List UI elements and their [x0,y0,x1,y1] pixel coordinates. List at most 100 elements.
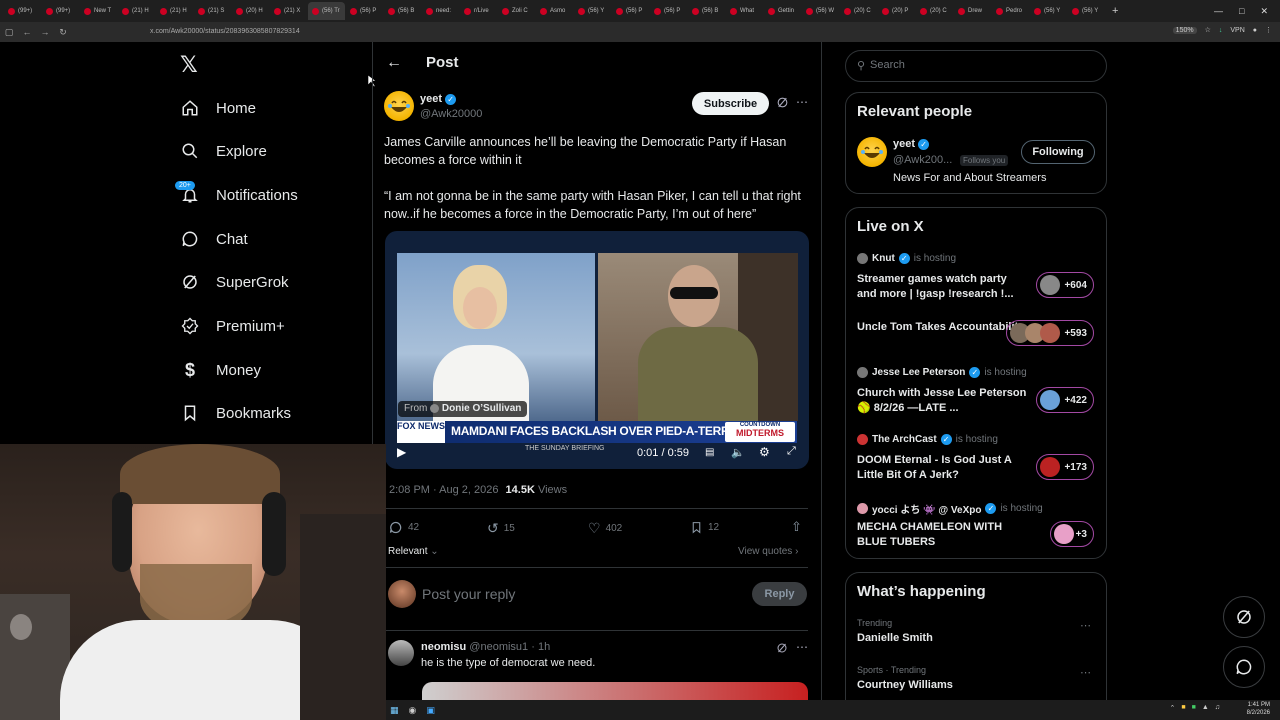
browser-tab[interactable]: (21) S [194,2,231,20]
nav-money[interactable]: $ Money [180,355,261,385]
browser-tab[interactable]: (56) P [650,2,687,20]
browser-tab[interactable]: (56) Tr [308,2,345,20]
trend-name[interactable]: Danielle Smith [857,632,933,644]
wifi-icon[interactable]: ▲ [1202,704,1209,712]
live-listener-pill[interactable]: +173 [1036,454,1094,480]
reply-time[interactable]: · 1h [531,641,550,653]
browser-tab[interactable]: (21) H [118,2,155,20]
browser-tab[interactable]: (56) Y [1068,2,1105,20]
fullscreen-icon[interactable]: ⤢ [787,445,796,458]
zoom-level[interactable]: 150% [1172,26,1197,34]
live-space-title[interactable]: Uncle Tom Takes Accountability [857,320,1027,335]
back-icon[interactable]: ← [18,27,36,37]
back-arrow-icon[interactable]: ← [386,54,402,72]
browser-tab[interactable]: (56) B [688,2,725,20]
url-field[interactable]: x.com/Awk20000/status/208396308580782931… [150,25,1090,39]
reply-media[interactable] [422,682,808,700]
browser-tab[interactable]: (56) B [384,2,421,20]
browser-tab[interactable]: r/Live [460,2,497,20]
tray-app-icon[interactable]: ■ [1181,704,1185,712]
live-listener-pill[interactable]: +422 [1036,387,1094,413]
author-name[interactable]: yeet [420,93,442,105]
grok-floating-button[interactable] [1223,596,1265,638]
reply-action[interactable]: 42 [388,520,419,535]
tray-chevron-icon[interactable]: ⌃ [1169,704,1175,712]
nav-home[interactable]: Home [180,93,256,123]
nav-bookmarks[interactable]: Bookmarks [180,398,291,428]
nav-explore[interactable]: Explore [180,136,267,166]
browser-tab[interactable]: (20) P [878,2,915,20]
forward-icon[interactable]: → [36,27,54,37]
browser-tab[interactable]: What [726,2,763,20]
live-space-title[interactable]: Streamer games watch party and more | !g… [857,272,1027,302]
like-action[interactable]: ♡ 402 [588,520,622,537]
subscribe-button[interactable]: Subscribe [692,92,769,115]
browser-tab[interactable]: (99+) [4,2,41,20]
more-options-icon[interactable]: ⋯ [796,640,808,654]
relevant-name[interactable]: yeet [893,138,915,150]
sidebar-toggle-icon[interactable]: ▢ [0,27,18,38]
browser-tab[interactable]: (56) W [802,2,839,20]
browser-tab[interactable]: (21) H [156,2,193,20]
x-logo-icon[interactable]: 𝕏 [180,52,198,78]
reload-icon[interactable]: ↻ [54,27,72,38]
live-host-row[interactable]: The ArchCast ✓ is hosting [857,434,998,445]
sort-relevant-dropdown[interactable]: Relevant ⌄ [388,546,439,557]
browser-tab[interactable]: (21) X [270,2,307,20]
bookmark-action[interactable]: 12 [690,520,719,535]
video-player[interactable]: From Donie O’Sullivan FOX NEWS MAMDANI F… [385,231,809,469]
relevant-name-row[interactable]: yeet ✓ [893,138,930,150]
nav-chat[interactable]: Chat [180,224,248,254]
grok-icon[interactable] [776,96,789,114]
clock[interactable]: 1:41 PM 8/2/2026 [1247,701,1270,717]
grok-icon[interactable] [776,641,788,659]
live-listener-pill[interactable]: +593 [1006,320,1094,346]
trend-name[interactable]: Courtney Williams [857,679,953,691]
browser-tab[interactable]: Asmo [536,2,573,20]
download-icon[interactable]: ↓ [1219,27,1223,34]
live-space-title[interactable]: Church with Jesse Lee Peterson 🥎 8/2/26 … [857,386,1027,416]
browser-tab[interactable]: (56) Y [574,2,611,20]
search-input[interactable]: Search [870,59,905,71]
browser-tab[interactable]: New T [80,2,117,20]
browser-tab[interactable]: Drew [954,2,991,20]
reply-author-name[interactable]: neomisu [421,641,466,653]
menu-icon[interactable]: ⋮ [1265,26,1272,34]
browser-tab[interactable]: (20) C [840,2,877,20]
profile-icon[interactable]: ● [1253,27,1257,34]
vpn-badge[interactable]: VPN [1230,27,1244,34]
minimize-icon[interactable]: — [1214,6,1223,16]
browser-tab[interactable]: (56) P [346,2,383,20]
captions-icon[interactable]: ▤ [705,447,714,458]
app-icon[interactable]: ▣ [426,705,435,716]
new-tab-button[interactable]: + [1112,5,1118,17]
play-icon[interactable]: ▶ [397,445,406,459]
reply-button[interactable]: Reply [752,582,807,606]
more-options-icon[interactable]: ⋯ [796,95,808,109]
browser-tab[interactable]: (56) P [612,2,649,20]
author-name-row[interactable]: yeet ✓ [420,93,457,105]
speaker-icon[interactable]: ♫ [1215,704,1220,712]
steam-icon[interactable]: ◉ [409,705,417,716]
close-icon[interactable]: ✕ [1260,6,1268,17]
more-options-icon[interactable]: ⋯ [1080,666,1091,679]
repost-action[interactable]: ↺ 15 [487,520,515,537]
nav-premium[interactable]: Premium+ [180,311,285,341]
browser-tab[interactable]: (56) Y [1030,2,1067,20]
following-button[interactable]: Following [1021,140,1095,164]
live-space-title[interactable]: DOOM Eternal - Is God Just A Little Bit … [857,453,1027,483]
view-quotes-link[interactable]: View quotes › [738,546,798,557]
live-listener-pill[interactable]: +604 [1036,272,1094,298]
share-icon[interactable]: ⇧ [791,519,802,535]
star-icon[interactable]: ☆ [1205,26,1211,34]
live-host-row[interactable]: Knut ✓ is hosting [857,253,956,264]
relevant-handle[interactable]: @Awk200... [893,154,952,166]
post-timestamp[interactable]: 2:08 PM · Aug 2, 2026 [389,484,498,496]
live-listener-pill[interactable]: +3 [1050,521,1094,547]
settings-icon[interactable]: ⚙ [759,445,770,459]
volume-icon[interactable]: 🔈 [731,446,745,459]
nav-notifications[interactable]: Notifications [180,180,298,210]
browser-tab[interactable]: (20) H [232,2,269,20]
tray-app-icon[interactable]: ■ [1192,704,1196,712]
author-avatar[interactable] [384,91,414,121]
